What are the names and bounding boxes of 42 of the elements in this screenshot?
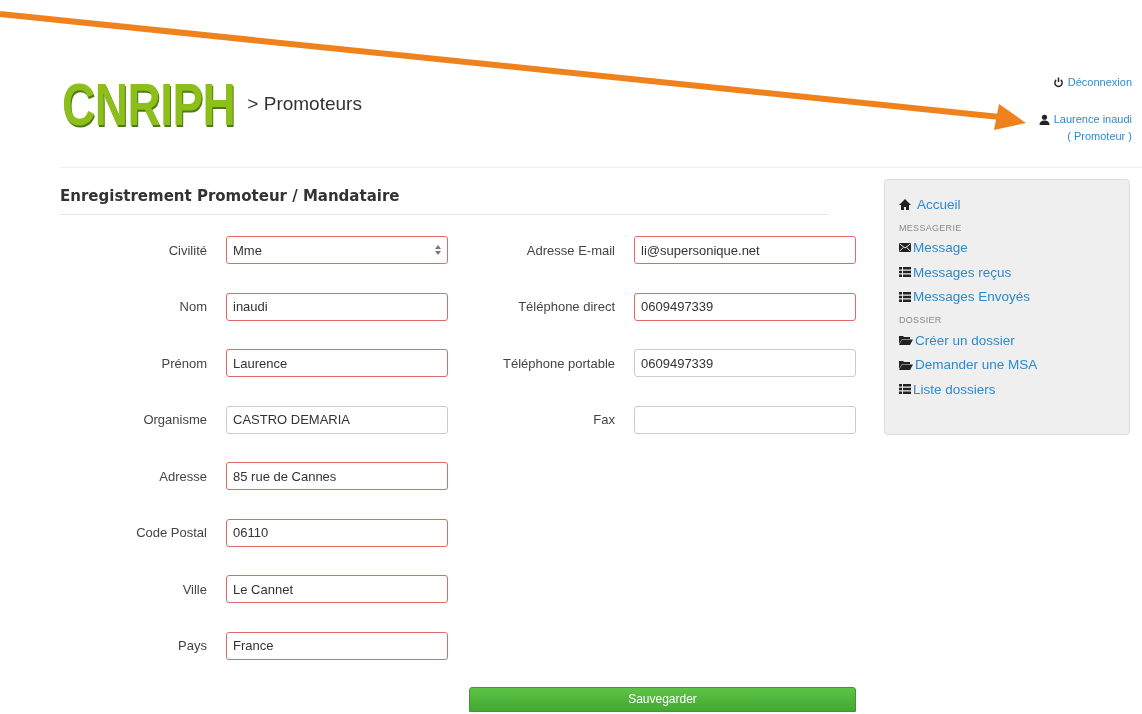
user-link[interactable]: Laurence inaudi — [1038, 113, 1132, 125]
updown-icon — [435, 245, 441, 255]
user-icon — [1038, 113, 1050, 125]
list-icon — [899, 384, 911, 395]
input-field[interactable]: 85 rue de Cannes — [226, 462, 448, 490]
input-field[interactable]: 0609497339 — [634, 349, 856, 377]
envelope-icon — [899, 243, 911, 253]
input-field[interactable]: li@supersonique.net — [634, 236, 856, 264]
field-label: Prénom — [160, 355, 207, 371]
field-label: Adresse E-mail — [525, 242, 615, 258]
field-label: Civilité — [167, 242, 207, 258]
folder-icon — [899, 359, 913, 370]
list-icon — [899, 291, 911, 302]
field-label: Téléphone portable — [501, 355, 615, 371]
logout-link[interactable]: Déconnexion — [1052, 76, 1132, 88]
logo: CNRIPH — [62, 74, 236, 134]
folder-icon — [899, 335, 913, 346]
input-field[interactable]: 06110 — [226, 518, 448, 547]
form-title: Enregistrement Promoteur / Mandataire — [60, 179, 828, 215]
input-field[interactable]: France — [226, 631, 448, 660]
input-field[interactable]: 0609497339 — [634, 292, 856, 321]
input-field[interactable]: Le Cannet — [226, 575, 448, 603]
field-label: Adresse — [158, 468, 207, 484]
field-label: Téléphone direct — [517, 299, 615, 314]
breadcrumb: > Promoteurs — [247, 93, 362, 115]
section-heading: MESSAGERIE — [899, 222, 962, 233]
section-heading: DOSSIER — [899, 315, 942, 325]
field-label: Nom — [178, 299, 207, 314]
home-icon — [899, 198, 911, 210]
input-field[interactable]: inaudi — [226, 292, 448, 321]
power-icon — [1052, 76, 1064, 88]
input-field[interactable]: Laurence — [226, 349, 448, 377]
input-field[interactable]: CASTRO DEMARIA — [226, 405, 448, 434]
field-label: Code Postal — [135, 525, 207, 540]
input-field[interactable] — [634, 405, 856, 434]
select-field[interactable]: Mme — [226, 236, 448, 264]
list-icon — [899, 267, 911, 278]
field-label: Fax — [592, 412, 615, 427]
field-label: Pays — [177, 638, 207, 653]
field-label: Ville — [181, 581, 207, 597]
field-label: Organisme — [142, 412, 207, 427]
user-role: ( Promoteur ) — [1067, 130, 1132, 142]
